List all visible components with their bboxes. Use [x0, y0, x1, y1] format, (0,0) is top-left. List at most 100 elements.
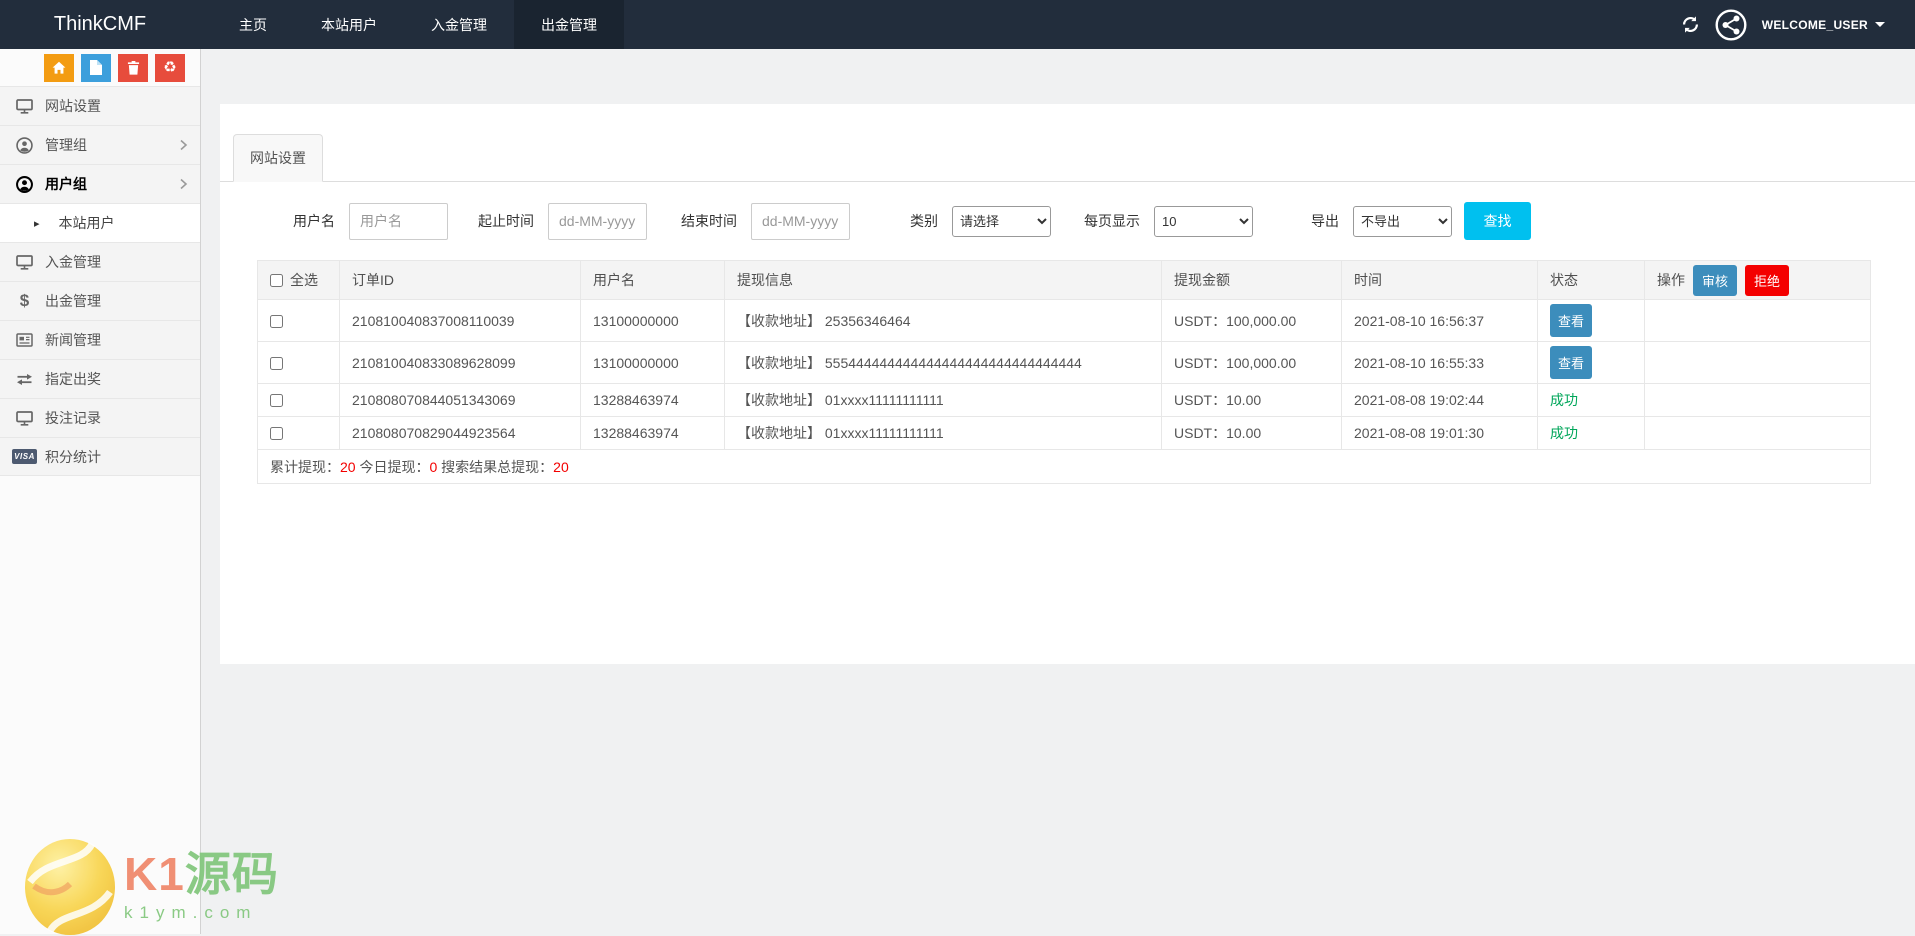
home-icon — [52, 61, 66, 74]
sidebar-quick-buttons: ♻ — [0, 49, 200, 86]
monitor-icon — [15, 254, 34, 270]
user-menu[interactable]: WELCOME_USER — [1762, 18, 1885, 32]
username-input[interactable] — [349, 202, 448, 240]
export-select[interactable]: 不导出 — [1353, 205, 1452, 237]
filter-toolbar: 用户名 起止时间 结束时间 类别 请选择 每页显示 10 导出 不导出 查找 — [293, 202, 1915, 240]
table-row: 210808070829044923564 13288463974 【收款地址】… — [257, 416, 1871, 450]
table-header-row: 全选 订单ID 用户名 提现信息 提现金额 时间 状态 操作 审核 拒绝 — [257, 260, 1871, 300]
row-checkbox[interactable] — [270, 427, 283, 440]
withdraw-info-cell: 【收款地址】 555444444444444444444444444444444 — [724, 341, 1162, 384]
tab-site-settings[interactable]: 网站设置 — [233, 134, 323, 182]
nav-item-site-users[interactable]: 本站用户 — [294, 0, 404, 49]
actions-cell — [1644, 299, 1871, 342]
triangle-right-icon: ▸ — [34, 217, 40, 230]
actions-cell — [1644, 416, 1871, 450]
time-cell: 2021-08-10 16:55:33 — [1341, 341, 1538, 384]
user-circle-icon — [15, 136, 34, 154]
row-checkbox[interactable] — [270, 314, 283, 328]
nav-item-home[interactable]: 主页 — [212, 0, 294, 49]
actions-cell — [1644, 383, 1871, 417]
col-withdraw-info: 提现信息 — [724, 260, 1162, 300]
today-withdraw-label: 今日提现： — [359, 458, 430, 475]
reject-button[interactable]: 拒绝 — [1745, 264, 1790, 296]
sidebar-item-bet-records[interactable]: 投注记录 — [0, 398, 200, 437]
search-total-value: 20 — [553, 458, 569, 475]
file-button[interactable] — [81, 53, 111, 82]
start-time-input[interactable] — [548, 202, 647, 240]
row-checkbox[interactable] — [270, 356, 283, 370]
sidebar-menu: 网站设置 管理组 用户组 ▸ 本站用户 入金管理 $ 出金管理 新闻管理 指定出… — [0, 86, 200, 476]
order-id-cell: 210808070829044923564 — [339, 416, 581, 450]
search-total-label: 搜索结果总提现： — [441, 458, 554, 475]
category-label: 类别 — [910, 213, 938, 229]
recycle-button[interactable]: ♻ — [155, 53, 185, 82]
category-select[interactable]: 请选择 — [952, 205, 1051, 237]
time-cell: 2021-08-08 19:02:44 — [1341, 383, 1538, 417]
select-all-checkbox[interactable] — [270, 273, 283, 287]
col-actions-label: 操作 — [1657, 272, 1685, 288]
exchange-icon — [15, 373, 34, 386]
page-size-select[interactable]: 10 — [1154, 205, 1253, 237]
total-withdraw-value: 20 — [340, 458, 356, 475]
status-badge: 成功 — [1550, 425, 1578, 441]
username-label: 用户名 — [293, 213, 335, 229]
chevron-right-icon — [179, 178, 188, 190]
sidebar-item-site-settings[interactable]: 网站设置 — [0, 86, 200, 125]
amount-cell: USDT：100,000.00 — [1161, 299, 1342, 342]
brand-logo[interactable]: ThinkCMF — [0, 0, 200, 49]
sidebar-item-admin-group[interactable]: 管理组 — [0, 125, 200, 164]
user-menu-label: WELCOME_USER — [1761, 17, 1868, 32]
time-cell: 2021-08-10 16:56:37 — [1341, 299, 1538, 342]
monitor-icon — [15, 98, 34, 114]
nav-item-deposit[interactable]: 入金管理 — [404, 0, 514, 49]
content-panel: 网站设置 用户名 起止时间 结束时间 类别 请选择 每页显示 10 导出 不导出… — [220, 104, 1915, 664]
sidebar-item-user-group[interactable]: 用户组 — [0, 164, 200, 203]
sidebar-item-deposit[interactable]: 入金管理 — [0, 242, 200, 281]
sidebar-item-assigned-prize[interactable]: 指定出奖 — [0, 359, 200, 398]
row-checkbox[interactable] — [270, 394, 283, 407]
time-cell: 2021-08-08 19:01:30 — [1341, 416, 1538, 450]
table-row: 210810040833089628099 13100000000 【收款地址】… — [257, 341, 1871, 384]
table-row: 210808070844051343069 13288463974 【收款地址】… — [257, 383, 1871, 417]
navbar-right: WELCOME_USER — [1681, 0, 1915, 49]
avatar[interactable] — [1715, 8, 1747, 41]
col-username: 用户名 — [580, 260, 725, 300]
username-cell: 13288463974 — [580, 383, 725, 417]
sidebar-item-label: 网站设置 — [45, 98, 101, 114]
amount-cell: USDT：10.00 — [1161, 416, 1342, 450]
sidebar-item-label: 投注记录 — [45, 410, 101, 426]
select-all-label: 全选 — [290, 272, 318, 288]
sidebar-item-points-stats[interactable]: VISA 积分统计 — [0, 437, 200, 476]
search-button[interactable]: 查找 — [1464, 202, 1531, 240]
withdraw-info-cell: 【收款地址】 01xxxx11111111111 — [724, 416, 1162, 450]
home-button[interactable] — [44, 53, 74, 82]
today-withdraw-value: 0 — [429, 458, 438, 475]
order-id-cell: 210808070844051343069 — [339, 383, 581, 417]
trash-button[interactable] — [118, 53, 148, 82]
amount-cell: USDT：10.00 — [1161, 383, 1342, 417]
withdraw-info-cell: 【收款地址】 25356346464 — [724, 299, 1162, 342]
main-area: 网站设置 用户名 起止时间 结束时间 类别 请选择 每页显示 10 导出 不导出… — [201, 49, 1915, 934]
sidebar-item-news[interactable]: 新闻管理 — [0, 320, 200, 359]
view-button[interactable]: 查看 — [1550, 304, 1593, 337]
summary-row: 累计提现：20 今日提现：0 搜索结果总提现：20 — [257, 449, 1871, 484]
actions-cell — [1644, 341, 1871, 384]
tab-bar: 网站设置 — [220, 104, 1915, 182]
chevron-right-icon — [179, 139, 188, 151]
sidebar-item-withdraw[interactable]: $ 出金管理 — [0, 281, 200, 320]
refresh-icon[interactable] — [1681, 15, 1700, 34]
nav-item-withdraw[interactable]: 出金管理 — [514, 0, 624, 49]
end-time-input[interactable] — [751, 202, 850, 240]
view-button[interactable]: 查看 — [1550, 346, 1593, 379]
sidebar-item-label: 新闻管理 — [45, 332, 101, 348]
sidebar-item-site-users[interactable]: ▸ 本站用户 — [0, 203, 200, 242]
trash-icon — [127, 60, 140, 75]
file-icon — [90, 60, 102, 75]
approve-button[interactable]: 审核 — [1693, 264, 1738, 296]
username-cell: 13100000000 — [580, 299, 725, 342]
username-cell: 13288463974 — [580, 416, 725, 450]
order-id-cell: 210810040837008110039 — [339, 299, 581, 342]
sidebar-item-label: 指定出奖 — [45, 371, 101, 387]
recycle-icon: ♻ — [163, 59, 177, 76]
sidebar-item-label: 积分统计 — [45, 448, 101, 465]
